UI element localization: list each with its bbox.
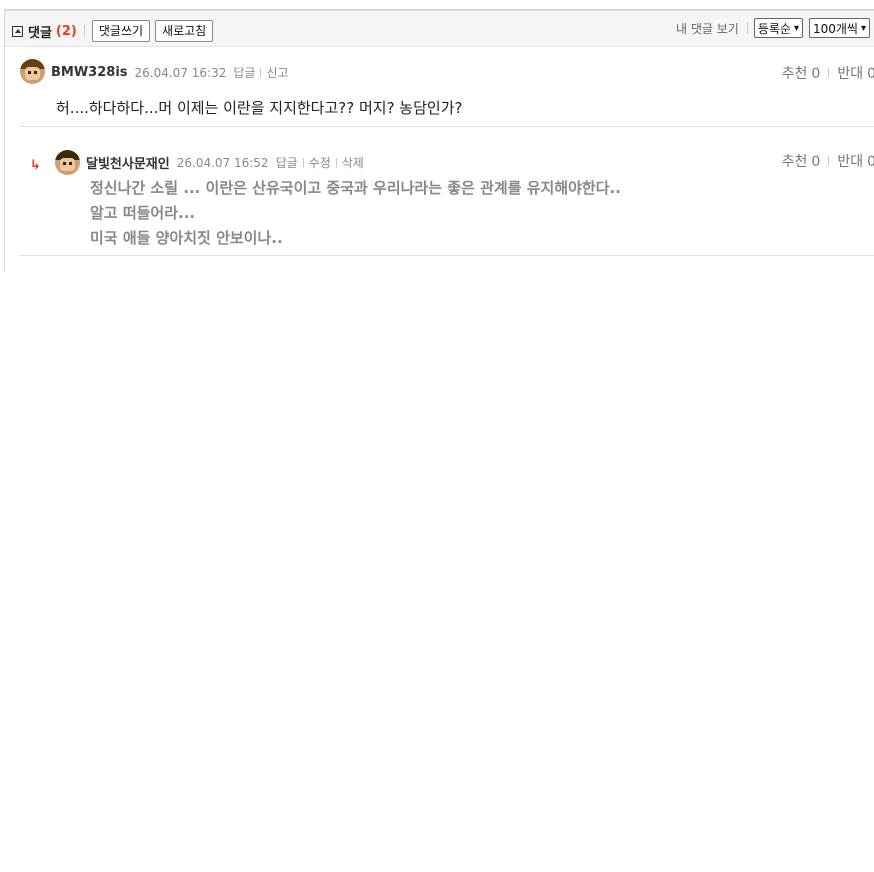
edit-link[interactable]: 수정 <box>309 154 331 171</box>
write-comment-button[interactable]: 댓글쓰기 <box>91 20 151 42</box>
comments-panel: 댓글 (2) 댓글쓰기 새로고침 내 댓글 보기 등록순 ▾ 100개씩 ▾ B… <box>4 9 874 271</box>
comment-text: 정신나간 소릴 ... 이란은 산유국이고 중국과 우리나라는 좋은 관계를 유… <box>90 176 621 251</box>
comments-count: (2) <box>55 23 77 39</box>
divider <box>746 22 748 34</box>
avatar[interactable] <box>20 59 45 84</box>
reply-arrow-icon: ↳ <box>30 158 41 173</box>
reply-link[interactable]: 답글 <box>276 154 298 171</box>
comment-date: 26.04.07 16:52 <box>176 155 269 170</box>
comments-title: 댓글 <box>28 25 52 41</box>
report-link[interactable]: 신고 <box>266 64 288 81</box>
comment-item-reply: ↳ 달빛천사문재인 26.04.07 16:52 답글 수정 삭제 추천 0 반대… <box>20 138 874 256</box>
page-size-select-value: 100개씩 <box>812 21 858 36</box>
downvote-button[interactable]: 반대 0 <box>837 63 874 83</box>
divider <box>83 25 85 37</box>
reply-link[interactable]: 답글 <box>233 64 255 81</box>
comment-item: BMW328is 26.04.07 16:32 답글 신고 추천 0 반대 0 허.… <box>20 58 874 127</box>
chevron-down-icon: ▾ <box>860 22 866 34</box>
downvote-button[interactable]: 반대 0 <box>837 151 874 171</box>
collapse-icon[interactable] <box>12 25 23 37</box>
sort-select-value: 등록순 <box>757 21 791 36</box>
comment-line: 알고 떠들어라... <box>90 204 196 222</box>
comment-line: 미국 애들 양아치짓 안보이나.. <box>90 229 283 247</box>
refresh-button[interactable]: 새로고침 <box>155 20 214 42</box>
comment-author[interactable]: 달빛천사문재인 <box>86 153 170 172</box>
avatar[interactable] <box>55 150 80 175</box>
comments-toolbar: 댓글 (2) 댓글쓰기 새로고침 내 댓글 보기 등록순 ▾ 100개씩 ▾ <box>5 11 874 47</box>
chevron-down-icon: ▾ <box>793 22 799 34</box>
upvote-button[interactable]: 추천 0 <box>782 63 821 83</box>
comment-text: 허....하다하다...머 이제는 이란을 지지한다고?? 머지? 농담인가? <box>56 99 463 117</box>
comment-date: 26.04.07 16:32 <box>134 65 227 80</box>
my-comments-link[interactable]: 내 댓글 보기 <box>676 20 739 37</box>
upvote-button[interactable]: 추천 0 <box>782 151 821 171</box>
page-size-select[interactable]: 100개씩 ▾ <box>808 18 870 38</box>
delete-link[interactable]: 삭제 <box>342 154 364 171</box>
comment-author[interactable]: BMW328is <box>51 65 128 80</box>
comment-line: 정신나간 소릴 ... 이란은 산유국이고 중국과 우리나라는 좋은 관계를 유… <box>90 179 621 197</box>
sort-select[interactable]: 등록순 ▾ <box>753 18 803 38</box>
